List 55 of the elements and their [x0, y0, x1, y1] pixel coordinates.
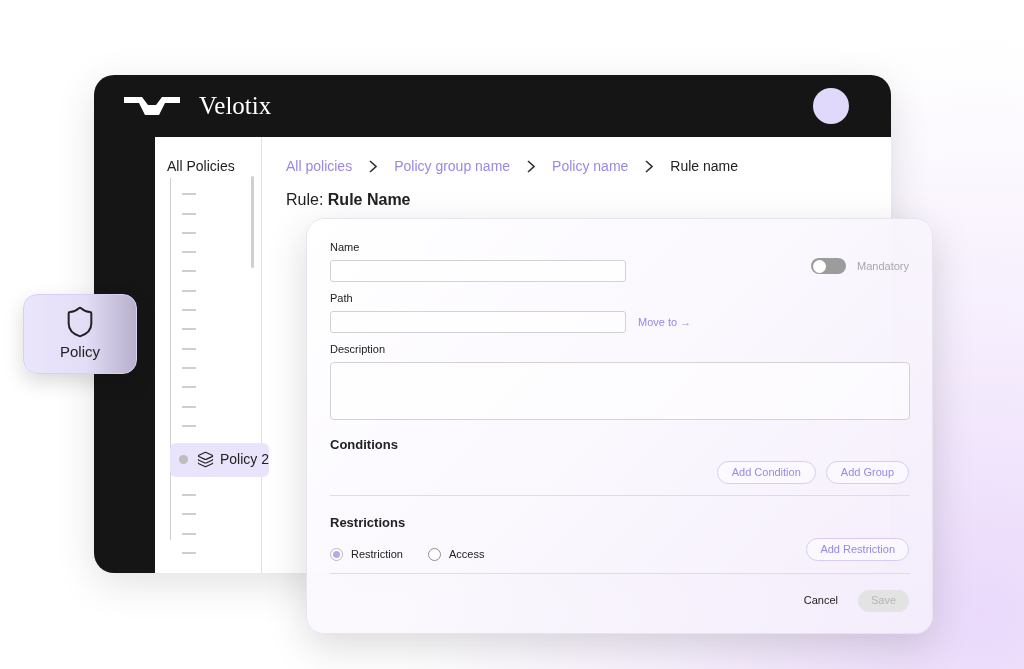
field-label: Path	[330, 292, 353, 305]
add-restriction-button[interactable]: Add Restriction	[806, 537, 909, 561]
chevron-right-icon	[369, 159, 378, 173]
move-to-link[interactable]: Move to →	[638, 313, 692, 331]
logo-icon	[124, 97, 180, 115]
chevron-right-icon	[645, 159, 654, 173]
tree-placeholder-line	[182, 289, 196, 292]
section-title: Restrictions	[330, 513, 406, 532]
tree-placeholder-line	[182, 193, 196, 196]
tree-item[interactable]: Policy 2	[170, 442, 270, 477]
tree-placeholder-line	[182, 231, 196, 234]
tree-placeholder-line	[182, 347, 196, 350]
breadcrumb: Rule name	[670, 156, 739, 176]
mandatory-toggle[interactable]	[811, 258, 846, 275]
tree-placeholder-line	[182, 251, 196, 254]
radio-option[interactable]: Access	[427, 546, 485, 563]
tree-placeholder-line	[182, 386, 196, 389]
tree-placeholder-line	[182, 494, 196, 497]
chevron-right-icon	[527, 159, 536, 173]
tree-placeholder-line	[182, 532, 196, 535]
field-label: Name	[330, 241, 361, 254]
breadcrumb[interactable]: All policies	[286, 155, 353, 177]
tree-placeholder-line	[182, 424, 196, 427]
tree-placeholder-line	[182, 309, 196, 312]
breadcrumb[interactable]: Policy group name	[394, 155, 511, 177]
tree-placeholder-line	[182, 405, 196, 408]
brand-name: Velotix	[199, 91, 272, 122]
radio-option[interactable]: Restriction	[330, 546, 403, 563]
breadcrumb[interactable]: Policy name	[552, 155, 629, 177]
radio-label: Access	[448, 547, 485, 562]
cancel-button[interactable]: Cancel	[797, 592, 844, 609]
add-button[interactable]: Add Group	[825, 460, 909, 484]
radio-button[interactable]	[427, 547, 441, 561]
page-heading: Rule: Rule Name	[286, 190, 412, 210]
tree-placeholder-line	[182, 270, 196, 273]
add-button[interactable]: Add Condition	[716, 460, 816, 484]
scrollbar[interactable]	[251, 176, 254, 268]
section-title: Conditions	[330, 436, 398, 454]
tree-placeholder-line	[182, 328, 196, 331]
tree-placeholder-line	[182, 552, 196, 555]
tree-placeholder-line	[182, 513, 196, 516]
tree-item-label: Policy 2	[220, 450, 270, 470]
tree-title: All Policies	[166, 157, 236, 175]
radio-button[interactable]	[330, 547, 343, 561]
description-input[interactable]	[330, 362, 910, 420]
layers-icon	[197, 451, 214, 469]
toggle-label: Mandatory	[857, 259, 909, 274]
name-input[interactable]	[330, 260, 626, 282]
tree-placeholder-line	[182, 366, 196, 369]
badge-label: Policy	[60, 341, 100, 362]
path-input[interactable]	[330, 311, 626, 333]
radio-label: Restriction	[351, 547, 403, 562]
field-label: Description	[330, 343, 386, 356]
tree-placeholder-line	[182, 212, 196, 215]
avatar[interactable]	[813, 88, 849, 124]
